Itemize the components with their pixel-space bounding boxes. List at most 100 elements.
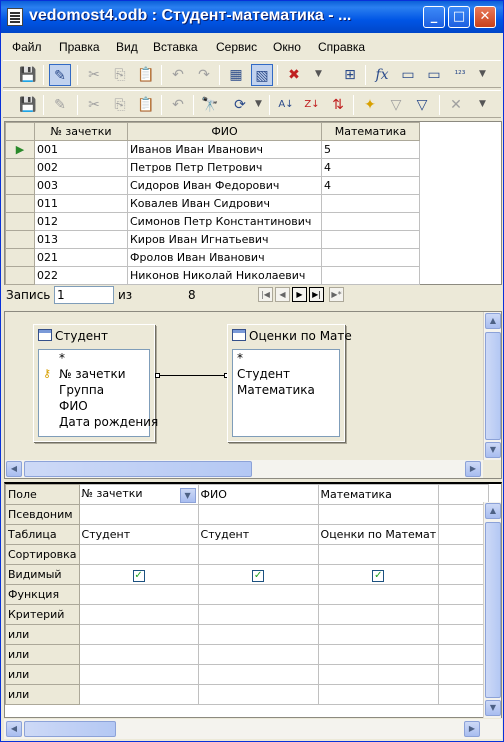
title-bar[interactable]: vedomost4.odb : Студент-математика - ...… bbox=[1, 1, 503, 33]
table-cell[interactable]: Фролов Иван Иванович bbox=[127, 248, 322, 267]
table-cell[interactable]: 012 bbox=[34, 212, 128, 231]
scroll-down-icon[interactable]: ▼ bbox=[485, 442, 501, 458]
cut-data-icon[interactable]: ✂ bbox=[83, 94, 105, 116]
table-cell[interactable]: 4 bbox=[321, 176, 420, 195]
table-row[interactable]: ▶ 001 Иванов Иван Иванович 5 bbox=[5, 140, 420, 159]
or-cell[interactable] bbox=[317, 684, 440, 705]
table-cell[interactable]: Оценки по Математ bbox=[317, 524, 440, 545]
table-cell[interactable]: Студент bbox=[78, 524, 199, 545]
function-cell[interactable] bbox=[197, 584, 319, 605]
menu-tools[interactable]: Сервис bbox=[216, 40, 257, 54]
criterion-cell[interactable] bbox=[78, 604, 199, 625]
header-row-selector[interactable] bbox=[5, 122, 35, 141]
sort-desc-icon[interactable]: Z↓ bbox=[301, 94, 323, 116]
menu-insert[interactable]: Вставка bbox=[153, 40, 198, 54]
scroll-thumb[interactable] bbox=[24, 721, 116, 737]
criteria-horizontal-scrollbar[interactable]: ◀ ▶ bbox=[4, 719, 502, 739]
paste-icon[interactable]: 📋 bbox=[135, 64, 157, 86]
save-record-icon[interactable]: 💾 bbox=[17, 94, 39, 116]
paste-data-icon[interactable]: 📋 bbox=[135, 94, 157, 116]
last-record-icon[interactable]: ▶| bbox=[309, 287, 324, 302]
empty-cell[interactable] bbox=[438, 564, 490, 585]
empty-cell[interactable] bbox=[438, 584, 490, 605]
cut-icon[interactable]: ✂ bbox=[83, 64, 105, 86]
field-item[interactable]: Математика bbox=[233, 382, 339, 398]
scroll-left-icon[interactable]: ◀ bbox=[6, 461, 22, 477]
edit-data-icon[interactable]: ✎ bbox=[49, 94, 71, 116]
or-cell[interactable] bbox=[78, 684, 199, 705]
autofilter-icon[interactable]: ✦ bbox=[359, 94, 381, 116]
scroll-right-icon[interactable]: ▶ bbox=[464, 721, 480, 737]
sort-cell[interactable] bbox=[197, 544, 319, 565]
or-cell[interactable] bbox=[317, 644, 440, 665]
field-item[interactable]: Дата рождения bbox=[39, 414, 158, 430]
column-header[interactable]: ФИО bbox=[127, 122, 322, 141]
table-row[interactable]: 022 Никонов Николай Николаевич bbox=[5, 266, 420, 285]
previous-record-icon[interactable]: ◀ bbox=[275, 287, 290, 302]
table-window-grades[interactable]: Оценки по Мате * Студент Математика bbox=[227, 324, 352, 442]
alias-cell[interactable] bbox=[317, 504, 440, 525]
alias-cell[interactable] bbox=[78, 504, 199, 525]
table-cell[interactable]: 002 bbox=[34, 158, 128, 177]
table-row[interactable]: 013 Киров Иван Игнатьевич bbox=[5, 230, 420, 249]
table-cell[interactable]: Никонов Николай Николаевич bbox=[127, 266, 322, 285]
sort-asc-icon[interactable]: A↓ bbox=[275, 94, 297, 116]
empty-cell[interactable] bbox=[438, 664, 490, 685]
table-cell[interactable]: 011 bbox=[34, 194, 128, 213]
relation-line[interactable] bbox=[157, 375, 229, 376]
field-item[interactable]: Группа bbox=[39, 382, 149, 398]
undo-icon[interactable]: ↶ bbox=[167, 64, 189, 86]
table-cell[interactable]: Симонов Петр Константинович bbox=[127, 212, 322, 231]
alias-cell[interactable] bbox=[197, 504, 319, 525]
find-record-icon[interactable]: 🔭 bbox=[199, 94, 221, 116]
record-number-input[interactable]: 1 bbox=[54, 286, 114, 304]
or-cell[interactable] bbox=[197, 684, 319, 705]
empty-cell[interactable] bbox=[438, 684, 490, 705]
copy-icon[interactable]: ⎘ bbox=[109, 64, 131, 86]
undo-data-icon[interactable]: ↶ bbox=[167, 94, 189, 116]
field-item[interactable]: ФИО bbox=[39, 398, 149, 414]
field-item[interactable]: * bbox=[39, 350, 149, 366]
or-cell[interactable] bbox=[317, 624, 440, 645]
table-row[interactable]: 012 Симонов Петр Константинович bbox=[5, 212, 420, 231]
standard-filter-icon[interactable]: ▽ bbox=[385, 94, 407, 116]
run-query-icon[interactable]: ▦ bbox=[225, 64, 247, 86]
table-cell[interactable]: 4 bbox=[321, 158, 420, 177]
field-cell[interactable]: ФИО bbox=[197, 484, 319, 505]
empty-cell[interactable] bbox=[438, 484, 490, 505]
scroll-thumb[interactable] bbox=[485, 332, 501, 440]
distinct-values-icon[interactable]: ¹²³ bbox=[449, 64, 471, 86]
maximize-button[interactable]: □ bbox=[448, 6, 470, 28]
remove-filter-icon[interactable]: ✕ bbox=[445, 94, 467, 116]
menu-window[interactable]: Окно bbox=[273, 40, 301, 54]
menu-file[interactable]: Файл bbox=[12, 40, 42, 54]
or-cell[interactable] bbox=[78, 664, 199, 685]
refresh-dropdown-icon[interactable]: ▼ bbox=[255, 99, 265, 113]
or-cell[interactable] bbox=[78, 644, 199, 665]
scroll-up-icon[interactable]: ▲ bbox=[485, 503, 501, 519]
table-name-icon[interactable]: ▭ bbox=[397, 64, 419, 86]
function-icon[interactable]: fx bbox=[371, 64, 393, 86]
empty-cell[interactable] bbox=[438, 544, 490, 565]
sort-cell[interactable] bbox=[78, 544, 199, 565]
table-cell[interactable] bbox=[321, 248, 420, 267]
function-cell[interactable] bbox=[317, 584, 440, 605]
relations-horizontal-scrollbar[interactable]: ◀ ▶ bbox=[5, 460, 483, 478]
table-cell[interactable]: 021 bbox=[34, 248, 128, 267]
sort-icon[interactable]: ⇅ bbox=[327, 94, 349, 116]
table-cell[interactable]: 013 bbox=[34, 230, 128, 249]
copy-data-icon[interactable]: ⎘ bbox=[109, 94, 131, 116]
toolbar-overflow-icon[interactable]: ▼ bbox=[479, 69, 489, 83]
scroll-right-icon[interactable]: ▶ bbox=[465, 461, 481, 477]
scroll-thumb[interactable] bbox=[24, 461, 252, 477]
scroll-left-icon[interactable]: ◀ bbox=[6, 721, 22, 737]
edit-icon[interactable]: ✎ bbox=[49, 64, 71, 86]
criterion-cell[interactable] bbox=[317, 604, 440, 625]
visible-checkbox[interactable]: ✓ bbox=[132, 569, 145, 582]
or-cell[interactable] bbox=[317, 664, 440, 685]
column-header[interactable]: № зачетки bbox=[34, 122, 128, 141]
scroll-up-icon[interactable]: ▲ bbox=[485, 313, 501, 329]
minimize-button[interactable]: _ bbox=[423, 6, 445, 28]
field-combo[interactable]: ▼ № зачетки bbox=[78, 484, 199, 505]
table-cell[interactable]: Иванов Иван Иванович bbox=[127, 140, 322, 159]
